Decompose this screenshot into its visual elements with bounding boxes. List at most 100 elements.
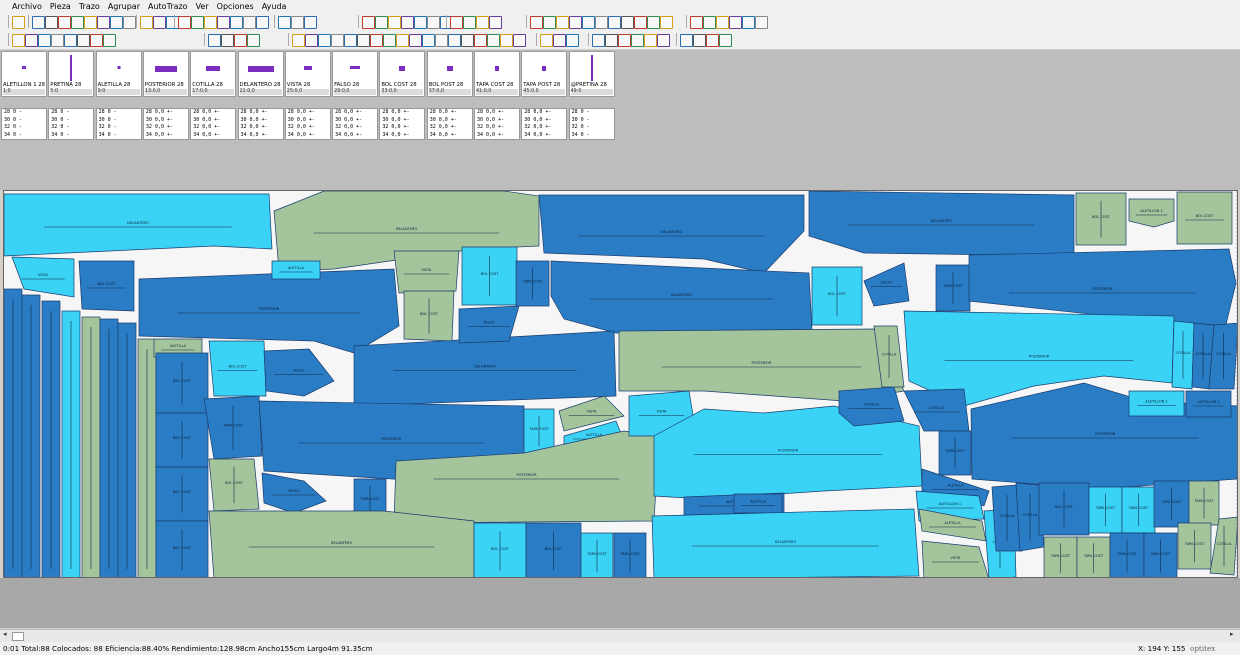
tool-button-icon[interactable] [204,16,217,29]
piece-card[interactable]: TAPA POST 28 45:0,0 [521,51,568,97]
tool-button-icon[interactable] [556,16,569,29]
tool-button-icon[interactable] [84,16,97,29]
pattern-piece[interactable] [808,191,1075,256]
tool-button-icon[interactable] [153,16,166,29]
tool-button-icon[interactable] [357,34,370,47]
tool-button-icon[interactable] [58,16,71,29]
tool-button-icon[interactable] [660,16,673,29]
pattern-piece[interactable] [1128,198,1175,228]
pattern-piece[interactable] [538,194,805,274]
tool-button-icon[interactable] [191,16,204,29]
tool-button-icon[interactable] [566,34,579,47]
tool-button-icon[interactable] [500,34,513,47]
tool-button-icon[interactable] [729,16,742,29]
scroll-right-icon[interactable]: ▸ [1230,630,1234,638]
tool-button-icon[interactable] [450,16,463,29]
pattern-piece[interactable] [863,262,910,307]
tool-button-icon[interactable] [553,34,566,47]
tool-button-icon[interactable] [217,16,230,29]
tool-button-icon[interactable] [435,34,448,47]
pattern-piece[interactable] [261,472,327,514]
tool-button-icon[interactable] [755,16,768,29]
tool-button-icon[interactable] [703,16,716,29]
tool-button-icon[interactable] [25,34,38,47]
tool-button-icon[interactable] [71,16,84,29]
pattern-piece[interactable] [208,340,267,397]
piece-card[interactable]: @PRETINA 28 49:0 [568,51,615,97]
tool-button-icon[interactable] [32,16,45,29]
tool-button-icon[interactable] [693,34,706,47]
tool-button-icon[interactable] [305,34,318,47]
marker-canvas[interactable]: DELANTERO DELANTERO DELANTERO DELANTERO BOL … [3,190,1238,578]
tool-button-icon[interactable] [719,34,732,47]
tool-button-icon[interactable] [362,16,375,29]
tool-button-icon[interactable] [291,16,304,29]
tool-button-icon[interactable] [595,16,608,29]
tool-button-icon[interactable] [621,16,634,29]
tool-button-icon[interactable] [208,34,221,47]
tool-button-icon[interactable] [401,16,414,29]
tool-button-icon[interactable] [422,34,435,47]
menu-autotrazo[interactable]: AutoTrazo [144,0,192,13]
tool-button-icon[interactable] [742,16,755,29]
piece-card[interactable]: VISTA 28 25:0,0 [284,51,331,97]
tool-button-icon[interactable] [644,34,657,47]
tool-button-icon[interactable] [103,34,116,47]
pattern-piece[interactable] [1128,390,1185,417]
tool-button-icon[interactable] [230,16,243,29]
scroll-left-icon[interactable]: ◂ [3,630,7,638]
tool-button-icon[interactable] [396,34,409,47]
piece-card[interactable]: COTILLA 28 17:0,0 [190,51,237,97]
piece-card[interactable]: TAPA COST 28 41:0,0 [474,51,520,97]
tool-button-icon[interactable] [647,16,660,29]
tool-button-icon[interactable] [221,34,234,47]
menu-opciones[interactable]: Opciones [213,0,258,13]
tool-button-icon[interactable] [140,16,153,29]
piece-card[interactable]: ALETILLON 1 28 1:0 [1,51,47,97]
tool-button-icon[interactable] [608,16,621,29]
tool-button-icon[interactable] [243,16,256,29]
piece-card[interactable]: BOL COST 28 33:0,0 [379,51,426,97]
piece-card[interactable]: FALSO 28 29:0,0 [332,51,379,97]
tool-button-icon[interactable] [414,16,427,29]
tool-button-icon[interactable] [540,34,553,47]
tool-button-icon[interactable] [605,34,618,47]
tool-button-icon[interactable] [582,16,595,29]
tool-button-icon[interactable] [247,34,260,47]
menu-ver[interactable]: Ver [192,0,213,13]
tool-button-icon[interactable] [383,34,396,47]
tool-button-icon[interactable] [463,16,476,29]
tool-button-icon[interactable] [569,16,582,29]
tool-button-icon[interactable] [427,16,440,29]
tool-button-icon[interactable] [12,34,25,47]
menu-agrupar[interactable]: Agrupar [104,0,144,13]
tool-button-icon[interactable] [530,16,543,29]
pattern-piece[interactable] [1185,390,1232,418]
tool-button-icon[interactable] [474,34,487,47]
tool-button-icon[interactable] [716,16,729,29]
tool-button-icon[interactable] [375,16,388,29]
menu-pieza[interactable]: Pieza [46,0,75,13]
tool-button-icon[interactable] [657,34,670,47]
tool-button-icon[interactable] [178,16,191,29]
scroll-thumb[interactable] [12,632,24,641]
tool-button-icon[interactable] [634,16,647,29]
tool-button-icon[interactable] [706,34,719,47]
pattern-piece[interactable] [458,305,520,344]
tool-button-icon[interactable] [90,34,103,47]
tool-button-icon[interactable] [461,34,474,47]
tool-button-icon[interactable] [318,34,331,47]
tool-button-icon[interactable] [110,16,123,29]
menu-trazo[interactable]: Trazo [75,0,104,13]
tool-button-icon[interactable] [592,34,605,47]
tool-button-icon[interactable] [409,34,422,47]
horizontal-scrollbar[interactable]: ◂ ▸ [0,629,1240,642]
tool-button-icon[interactable] [331,34,344,47]
tool-button-icon[interactable] [256,16,269,29]
pattern-piece[interactable] [733,493,783,514]
tool-button-icon[interactable] [38,34,51,47]
tool-button-icon[interactable] [64,34,77,47]
tool-button-icon[interactable] [304,16,317,29]
pattern-piece[interactable] [393,250,460,294]
tool-button-icon[interactable] [489,16,502,29]
